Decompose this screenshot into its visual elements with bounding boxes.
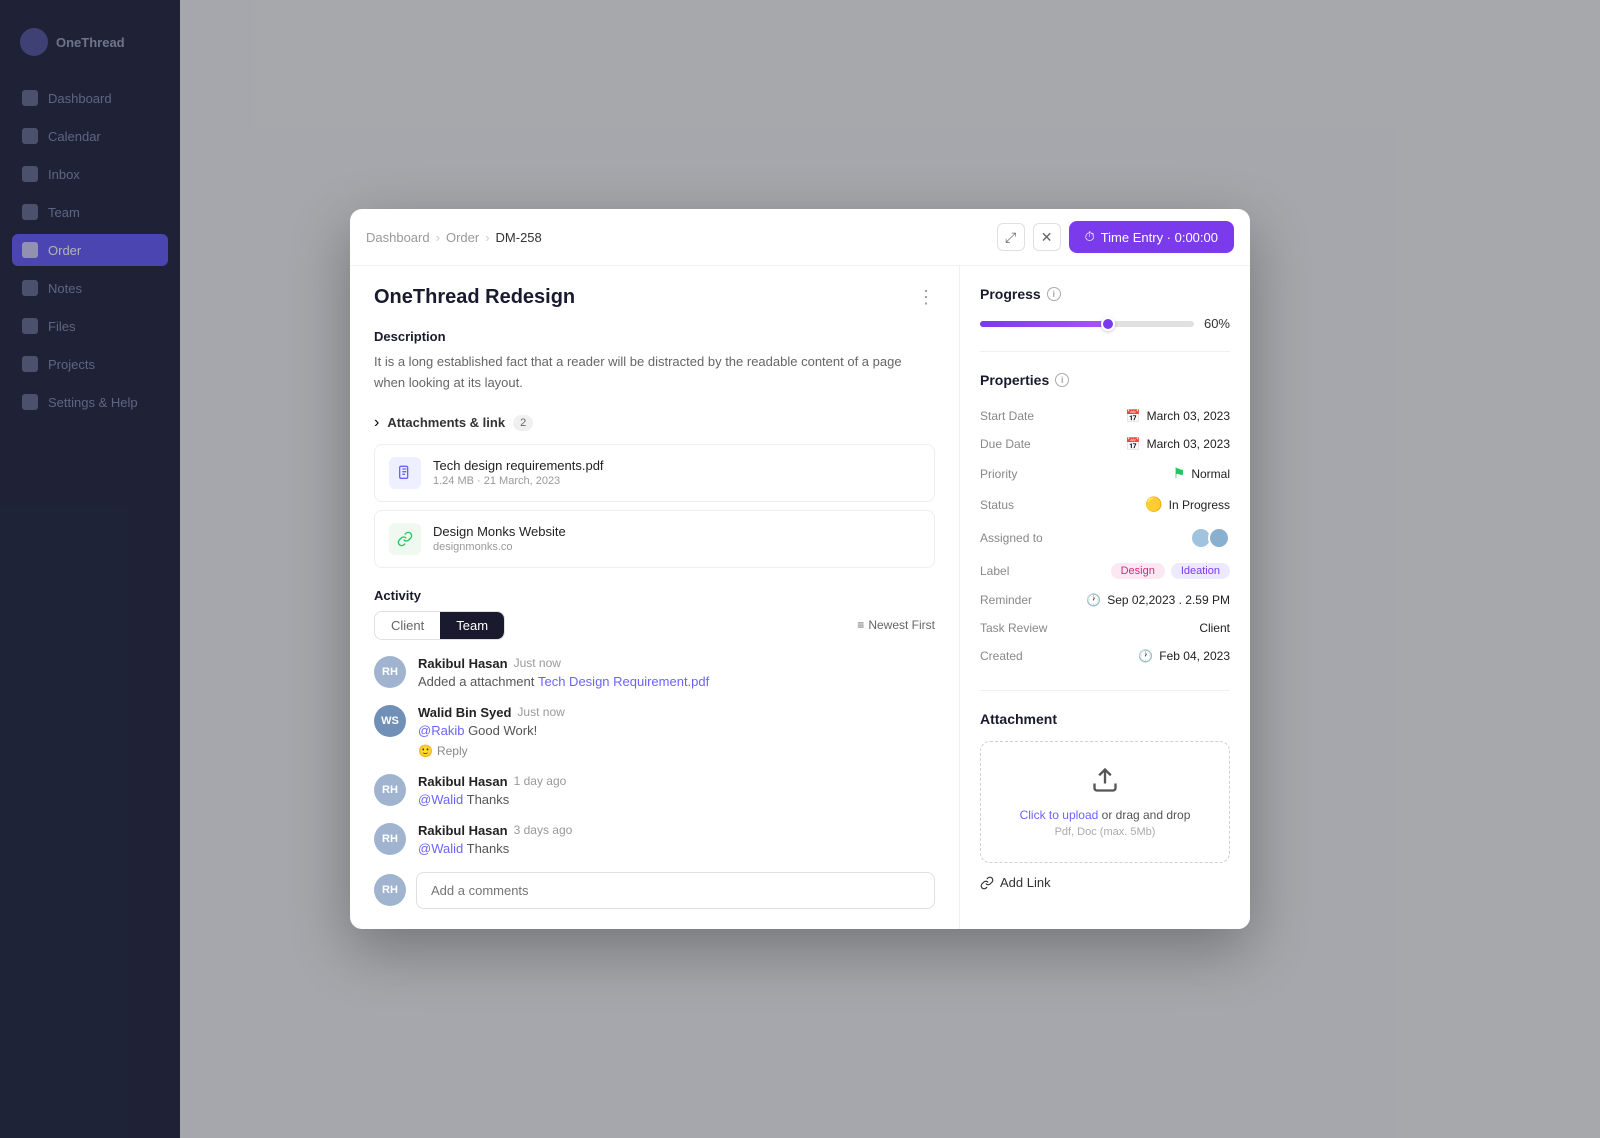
activity-item: WS Walid Bin Syed Just now @Rakib Good W… xyxy=(374,705,935,758)
progress-thumb xyxy=(1101,317,1115,331)
breadcrumb-current: DM-258 xyxy=(496,230,542,245)
label-design-tag[interactable]: Design xyxy=(1111,563,1165,579)
description-label: Description xyxy=(374,329,935,344)
modal-body: OneThread Redesign ⋮ Description It is a… xyxy=(350,266,1250,929)
label-ideation-tag[interactable]: Ideation xyxy=(1171,563,1230,579)
task-title-row: OneThread Redesign ⋮ xyxy=(374,286,935,309)
priority-flag-icon: ⚑ xyxy=(1173,465,1186,482)
avatar-rakibul-4: RH xyxy=(374,823,406,855)
upload-icon xyxy=(997,766,1213,800)
attachment-item-link[interactable]: Design Monks Website designmonks.co xyxy=(374,510,935,568)
activity-time-3: 1 day ago xyxy=(514,774,567,788)
task-modal: Dashboard › Order › DM-258 ⤢ ✕ ⏱ Time En… xyxy=(350,209,1250,929)
property-task-review: Task Review Client xyxy=(980,614,1230,642)
avatar-rakibul-1: RH xyxy=(374,656,406,688)
activity-user-4: Rakibul Hasan xyxy=(418,823,508,838)
more-options-button[interactable]: ⋮ xyxy=(917,287,935,308)
activity-tabs-row: Client Team ≡ Newest First xyxy=(374,611,935,640)
link-name: Design Monks Website xyxy=(433,524,566,539)
attachment-title: Attachment xyxy=(980,711,1230,727)
modal-left-panel: OneThread Redesign ⋮ Description It is a… xyxy=(350,266,960,929)
upload-link[interactable]: Click to upload xyxy=(1020,808,1099,822)
breadcrumb-dashboard[interactable]: Dashboard xyxy=(366,230,430,245)
breadcrumb: Dashboard › Order › DM-258 xyxy=(366,230,542,245)
property-status: Status 🟡 In Progress xyxy=(980,489,1230,520)
activity-user-3: Rakibul Hasan xyxy=(418,774,508,789)
link-url: designmonks.co xyxy=(433,541,566,553)
activity-user-1: Rakibul Hasan xyxy=(418,656,508,671)
attachment-filename: Tech design requirements.pdf xyxy=(433,458,604,473)
comment-avatar: RH xyxy=(374,874,406,906)
property-due-date: Due Date 📅 March 03, 2023 xyxy=(980,430,1230,458)
modal-right-panel: Progress i 60% Prop xyxy=(960,266,1250,929)
progress-value: 60% xyxy=(1204,316,1230,331)
description-text: It is a long established fact that a rea… xyxy=(374,352,935,394)
activity-user-2: Walid Bin Syed xyxy=(418,705,511,720)
progress-bar-row: 60% xyxy=(980,316,1230,331)
properties-section: Properties i Start Date 📅 March 03, 2023 xyxy=(980,372,1230,691)
modal-controls: ⤢ ✕ xyxy=(997,223,1061,251)
activity-time-4: 3 days ago xyxy=(514,823,573,837)
progress-section: Progress i 60% xyxy=(980,286,1230,352)
property-reminder: Reminder 🕐 Sep 02,2023 . 2.59 PM xyxy=(980,586,1230,614)
activity-item: RH Rakibul Hasan 3 days ago @Walid Thank… xyxy=(374,823,935,856)
attachment-item-pdf[interactable]: Tech design requirements.pdf 1.24 MB · 2… xyxy=(374,444,935,502)
reply-button[interactable]: 🙂 Reply xyxy=(418,744,468,758)
add-link-button[interactable]: Add Link xyxy=(980,875,1051,890)
properties-info-icon[interactable]: i xyxy=(1055,373,1069,387)
reminder-clock-icon: 🕐 xyxy=(1086,593,1101,607)
activity-item: RH Rakibul Hasan 1 day ago @Walid Thanks xyxy=(374,774,935,807)
attachment-upload-section: Attachment Click to upload xyxy=(980,711,1230,890)
property-created: Created 🕐 Feb 04, 2023 xyxy=(980,642,1230,670)
property-priority: Priority ⚑ Normal xyxy=(980,458,1230,489)
activity-text-4: @Walid Thanks xyxy=(418,841,935,856)
activity-text-2: @Rakib Good Work! xyxy=(418,723,935,738)
progress-bar-track[interactable] xyxy=(980,321,1194,327)
status-icon: 🟡 xyxy=(1145,496,1162,513)
sort-button[interactable]: ≡ Newest First xyxy=(857,618,935,632)
assignee-avatar-2 xyxy=(1208,527,1230,549)
property-label: Label Design Ideation xyxy=(980,556,1230,586)
attachments-count: 2 xyxy=(513,415,533,431)
avatar-walid: WS xyxy=(374,705,406,737)
tab-client[interactable]: Client xyxy=(375,612,440,639)
modal-topbar: Dashboard › Order › DM-258 ⤢ ✕ ⏱ Time En… xyxy=(350,209,1250,266)
upload-hint: Pdf, Doc (max. 5Mb) xyxy=(997,826,1213,838)
close-button[interactable]: ✕ xyxy=(1033,223,1061,251)
link-file-icon xyxy=(389,523,421,555)
created-clock-icon: 🕐 xyxy=(1138,649,1153,663)
progress-bar-fill xyxy=(980,321,1108,327)
properties-title: Properties i xyxy=(980,372,1230,388)
property-start-date: Start Date 📅 March 03, 2023 xyxy=(980,402,1230,430)
avatar-rakibul-3: RH xyxy=(374,774,406,806)
attachments-label: Attachments & link xyxy=(387,415,505,430)
tab-team[interactable]: Team xyxy=(440,612,504,639)
activity-time-2: Just now xyxy=(517,705,564,719)
modal-overlay: Dashboard › Order › DM-258 ⤢ ✕ ⏱ Time En… xyxy=(0,0,1600,1138)
progress-info-icon[interactable]: i xyxy=(1047,287,1061,301)
task-title-text: OneThread Redesign xyxy=(374,286,575,309)
expand-button[interactable]: ⤢ xyxy=(997,223,1025,251)
activity-section: Activity Client Team ≡ Newest First xyxy=(374,588,935,909)
activity-tab-group: Client Team xyxy=(374,611,505,640)
activity-label: Activity xyxy=(374,588,935,603)
attachments-header[interactable]: › Attachments & link 2 xyxy=(374,414,935,432)
breadcrumb-order[interactable]: Order xyxy=(446,230,479,245)
upload-text: Click to upload or drag and drop xyxy=(997,808,1213,822)
progress-title: Progress i xyxy=(980,286,1230,302)
pdf-file-icon xyxy=(389,457,421,489)
comment-input-row: RH xyxy=(374,872,935,909)
assigned-avatars xyxy=(1190,527,1230,549)
comment-input[interactable] xyxy=(416,872,935,909)
attachment-meta: 1.24 MB · 21 March, 2023 xyxy=(433,475,604,487)
activity-text-3: @Walid Thanks xyxy=(418,792,935,807)
upload-box[interactable]: Click to upload or drag and drop Pdf, Do… xyxy=(980,741,1230,863)
time-entry-button[interactable]: ⏱ Time Entry · 0:00:00 xyxy=(1069,221,1234,253)
activity-text-1: Added a attachment Tech Design Requireme… xyxy=(418,674,935,689)
activity-time-1: Just now xyxy=(514,656,561,670)
property-assigned-to: Assigned to xyxy=(980,520,1230,556)
activity-item: RH Rakibul Hasan Just now Added a attach… xyxy=(374,656,935,689)
